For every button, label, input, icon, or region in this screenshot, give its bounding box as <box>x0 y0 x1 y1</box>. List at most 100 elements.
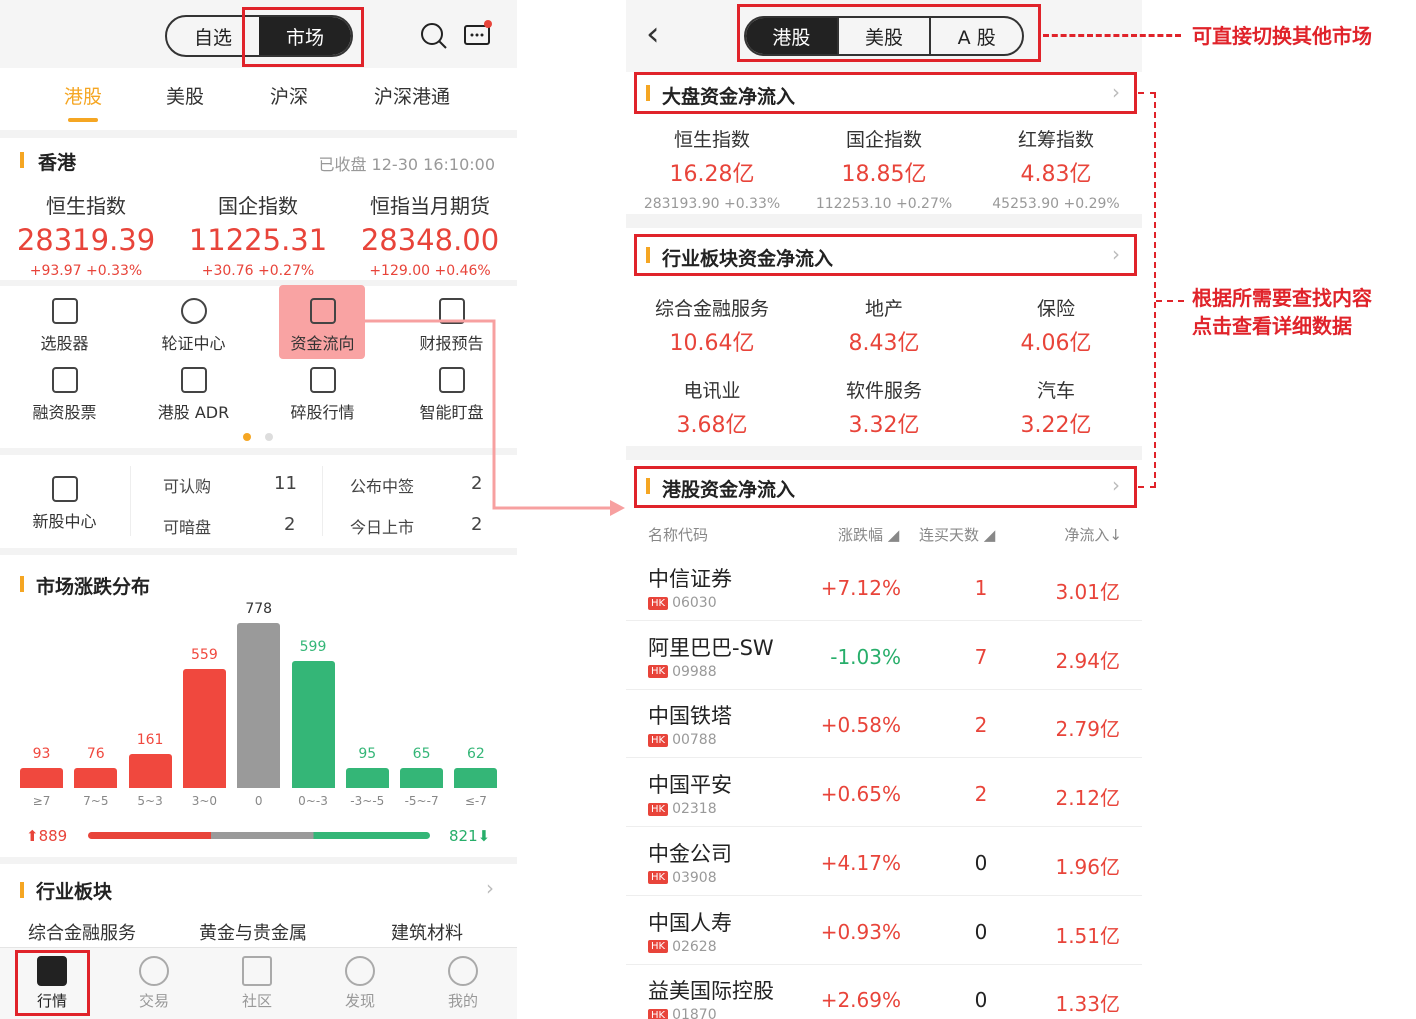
ipo-subscribable-label[interactable]: 可认购 <box>163 473 211 497</box>
bar-category-label: ≥7 <box>32 794 51 808</box>
back-icon[interactable]: ‹ <box>646 14 660 54</box>
distribution-bar <box>20 768 63 788</box>
col-net-inflow[interactable]: 净流入↓ <box>1064 524 1122 545</box>
consecutive-days: 7 <box>974 644 988 669</box>
net-inflow: 3.01亿 <box>1055 580 1120 604</box>
bar-category-label: 5~3 <box>137 794 163 808</box>
bar-category-label: -5~-7 <box>404 794 439 808</box>
bar-value-label: 778 <box>245 601 273 617</box>
stock-code: HK 00788 <box>648 732 717 748</box>
tool-warrant-center[interactable]: 轮证中心 <box>129 298 258 354</box>
nav-me[interactable]: 我的 <box>433 954 493 1011</box>
ipo-grey-label[interactable]: 可暗盘 <box>163 514 211 538</box>
bar-value-label: 599 <box>299 638 327 655</box>
index-hsi[interactable]: 恒生指数 28319.39 +93.97 +0.33% <box>0 190 172 279</box>
consecutive-days: 0 <box>974 850 988 875</box>
col-change[interactable]: 涨跌幅 ◢ <box>838 524 899 545</box>
industry-flow-item[interactable]: 保险 4.06亿 <box>970 294 1142 357</box>
industry-item[interactable]: 综合金融服务 <box>28 919 136 945</box>
flow-hsi[interactable]: 恒生指数 16.28亿 283193.90 +0.33% <box>626 125 798 212</box>
distribution-bar <box>454 768 498 788</box>
table-row[interactable]: 阿里巴巴-SW HK 09988 -1.03% 7 2.94亿 <box>626 622 1142 690</box>
distribution-bar <box>291 660 335 788</box>
index-hsi-futures[interactable]: 恒指当月期货 28348.00 +129.00 +0.46% <box>344 190 516 279</box>
table-row[interactable]: 中信证券 HK 06030 +7.12% 1 3.01亿 <box>626 553 1142 621</box>
industry-title: 行业板块 <box>36 881 113 903</box>
table-header: 名称代码 涨跌幅 ◢ 连买天数 ◢ 净流入↓ <box>626 520 1142 552</box>
stock-code: HK 09988 <box>648 664 717 680</box>
bar-value-label: 95 <box>358 745 377 762</box>
message-icon[interactable] <box>463 20 493 50</box>
net-inflow: 2.94亿 <box>1055 648 1120 673</box>
chevron-right-icon[interactable]: › <box>486 876 494 900</box>
industry-flow-item[interactable]: 软件服务 3.32亿 <box>798 376 970 439</box>
stock-code: HK 03908 <box>648 870 717 886</box>
net-inflow: 1.33亿 <box>1055 992 1120 1017</box>
stock-code: HK 01870 <box>648 1007 717 1019</box>
bar-value-label: 76 <box>86 746 105 762</box>
distribution-title: 市场涨跌分布 <box>36 576 151 598</box>
ipo-subscribable-count: 11 <box>274 473 297 494</box>
flow-hscei[interactable]: 国企指数 18.85亿 112253.10 +0.27% <box>798 125 970 212</box>
tab-us[interactable]: 美股 <box>166 82 204 109</box>
hk-badge: HK <box>648 940 669 953</box>
stock-code: HK 02628 <box>648 939 717 955</box>
table-row[interactable]: 中国平安 HK 02318 +0.65% 2 2.12亿 <box>626 759 1142 828</box>
highlight-sec3 <box>634 466 1137 508</box>
tab-hk[interactable]: 港股 <box>64 82 102 109</box>
bar-category-label: 3~0 <box>191 794 218 808</box>
table-row[interactable]: 益美国际控股 HK 01870 +2.69% 0 1.33亿 <box>626 965 1142 1019</box>
consecutive-days: 2 <box>974 713 988 738</box>
connector-arrow <box>365 319 625 516</box>
tool-margin-stocks[interactable]: 融资股票 <box>0 367 129 423</box>
capital-flow-screen: ‹ 港股 美股 A 股 大盘资金净流入 › 恒生指数 16.28亿 283193.90… <box>626 0 1142 1019</box>
stock-code: HK 02318 <box>648 801 717 817</box>
annotation-view-details: 根据所需要查找内容 点击查看详细数据 <box>1192 286 1372 338</box>
industry-flow-item[interactable]: 综合金融服务 10.64亿 <box>626 294 798 357</box>
tool-stock-screener[interactable]: 选股器 <box>0 298 129 354</box>
change-pct: -1.03% <box>830 644 901 669</box>
rise-fall-ratio-bar <box>88 832 430 839</box>
bar-value-label: 65 <box>412 746 431 762</box>
industry-item[interactable]: 建筑材料 <box>391 919 463 945</box>
highlight-nav-quotes <box>15 950 90 1016</box>
search-icon[interactable] <box>420 22 448 50</box>
highlight-sec2 <box>634 234 1137 276</box>
col-days[interactable]: 连买天数 ◢ <box>919 524 995 545</box>
distribution-bar <box>74 768 118 788</box>
distribution-bar <box>128 753 172 788</box>
consecutive-days: 0 <box>974 988 988 1013</box>
highlight-market-tab <box>242 7 364 67</box>
stock-name: 阿里巴巴-SW <box>648 635 774 660</box>
tab-sh-sz[interactable]: 沪深 <box>270 82 308 109</box>
industry-item[interactable]: 黄金与贵金属 <box>199 919 307 945</box>
distribution-bar <box>182 669 226 788</box>
industry-flow-item[interactable]: 地产 8.43亿 <box>798 294 970 357</box>
industry-flow-item[interactable]: 汽车 3.22亿 <box>970 376 1142 439</box>
index-hscei[interactable]: 国企指数 11225.31 +30.76 +0.27% <box>172 190 344 279</box>
stock-name: 中金公司 <box>648 841 732 866</box>
distribution-bar <box>400 768 444 788</box>
industry-flow-item[interactable]: 电讯业 3.68亿 <box>626 376 798 439</box>
tool-hk-adr[interactable]: 港股 ADR <box>129 367 258 423</box>
change-pct: +7.12% <box>820 576 901 600</box>
table-row[interactable]: 中金公司 HK 03908 +4.17% 0 1.96亿 <box>626 828 1142 896</box>
hk-badge: HK <box>648 802 669 816</box>
hk-badge: HK <box>648 871 669 885</box>
ipo-center[interactable]: 新股中心 <box>0 476 129 532</box>
market-tabs: 港股 美股 沪深 沪深港通 <box>0 68 517 130</box>
ipo-grey-count: 2 <box>284 514 296 535</box>
hk-badge: HK <box>648 665 669 679</box>
nav-trade[interactable]: 交易 <box>124 954 184 1011</box>
flow-hscci[interactable]: 红筹指数 4.83亿 45253.90 +0.29% <box>970 125 1142 212</box>
table-row[interactable]: 中国人寿 HK 02628 +0.93% 0 1.51亿 <box>626 897 1142 965</box>
net-inflow: 1.96亿 <box>1055 854 1120 879</box>
page-dot-active <box>243 433 251 441</box>
tab-connect[interactable]: 沪深港通 <box>374 82 450 109</box>
tab-indicator <box>68 118 98 122</box>
distribution-bar <box>345 767 389 788</box>
table-row[interactable]: 中国铁塔 HK 00788 +0.58% 2 2.79亿 <box>626 690 1142 759</box>
nav-community[interactable]: 社区 <box>227 954 287 1011</box>
bar-value-label: 93 <box>32 746 51 762</box>
nav-discover[interactable]: 发现 <box>330 954 390 1011</box>
